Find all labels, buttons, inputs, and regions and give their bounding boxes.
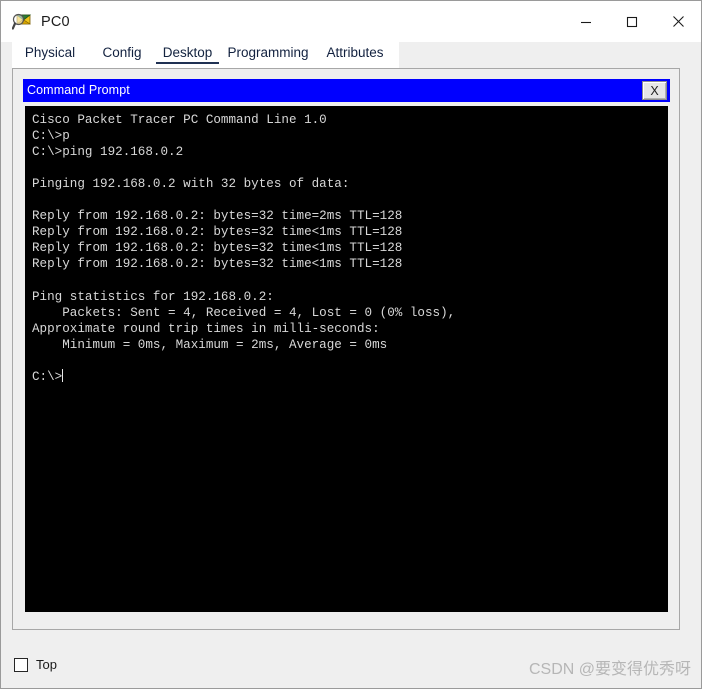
desktop-panel: Command Prompt X Cisco Packet Tracer PC …	[12, 68, 680, 630]
tab-programming[interactable]: Programming	[219, 42, 317, 66]
tabstrip-wrapper: Physical Config Desktop Programming Attr…	[1, 42, 701, 68]
tab-desktop[interactable]: Desktop	[156, 42, 219, 66]
window-controls	[563, 1, 701, 42]
top-checkbox[interactable]	[14, 657, 28, 672]
maximize-icon[interactable]	[609, 1, 655, 42]
console-output: Cisco Packet Tracer PC Command Line 1.0 …	[32, 113, 456, 384]
bottom-bar: Top CSDN @要变得优秀呀	[1, 640, 701, 688]
window-title-group: PC0	[1, 12, 70, 32]
command-prompt-title: Command Prompt	[27, 83, 130, 97]
window-titlebar: PC0	[1, 1, 701, 42]
command-prompt-screen[interactable]: Cisco Packet Tracer PC Command Line 1.0 …	[25, 106, 668, 612]
window-title: PC0	[41, 13, 70, 30]
tab-physical[interactable]: Physical	[12, 42, 88, 66]
text-cursor	[62, 368, 64, 382]
command-prompt-close-button[interactable]: X	[642, 81, 667, 100]
minimize-icon[interactable]	[563, 1, 609, 42]
packet-tracer-pc-icon	[11, 12, 32, 32]
tabstrip: Physical Config Desktop Programming Attr…	[12, 42, 399, 68]
command-prompt-titlebar: Command Prompt X	[23, 79, 670, 102]
command-prompt-window: Command Prompt X Cisco Packet Tracer PC …	[23, 79, 670, 616]
pc0-window: PC0 Physical Config Desktop Programming …	[0, 0, 702, 689]
tab-config[interactable]: Config	[88, 42, 156, 66]
tab-attributes[interactable]: Attributes	[317, 42, 393, 66]
top-checkbox-row[interactable]: Top	[14, 657, 57, 672]
watermark: CSDN @要变得优秀呀	[528, 661, 691, 678]
desktop-content: Command Prompt X Cisco Packet Tracer PC …	[1, 68, 701, 688]
close-icon[interactable]	[655, 1, 701, 42]
top-checkbox-label: Top	[36, 657, 57, 672]
